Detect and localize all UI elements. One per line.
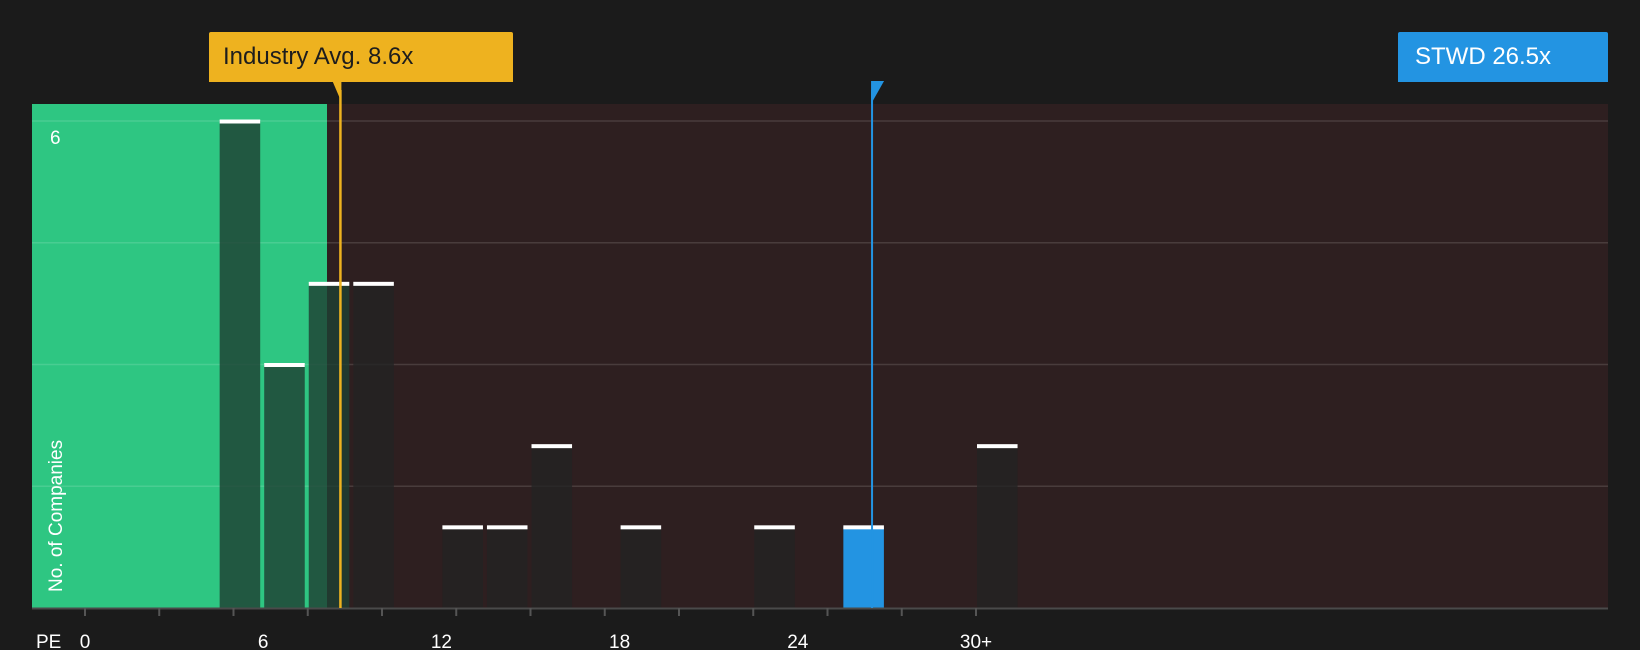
company-pe-callout: STWD 26.5x — [1398, 32, 1608, 82]
x-tick-label: 6 — [258, 632, 269, 650]
x-tick-label: 24 — [787, 632, 809, 650]
y-axis-label: No. of Companies — [46, 440, 67, 592]
histogram-bar-cap — [353, 281, 394, 286]
x-axis-metric-label: PE — [36, 632, 61, 650]
histogram-bar — [486, 526, 528, 608]
histogram-bar-cap — [486, 525, 528, 530]
histogram-bar — [531, 445, 573, 608]
histogram-bar — [843, 526, 884, 608]
x-tick-label: 18 — [609, 632, 630, 650]
histogram-bar — [308, 283, 350, 608]
histogram-bar — [264, 364, 305, 608]
histogram-bar-cap — [264, 363, 305, 367]
histogram-bar-cap — [531, 444, 573, 449]
industry-average-callout: Industry Avg. 8.6x — [209, 32, 513, 82]
x-tick-label: 30+ — [960, 632, 992, 650]
histogram-bar — [754, 526, 795, 608]
histogram-bar — [353, 283, 394, 608]
histogram-bar-cap — [308, 281, 350, 286]
x-tick-label: 0 — [80, 632, 91, 650]
y-tick-label: 6 — [50, 128, 61, 149]
x-tick-label: 12 — [431, 632, 452, 650]
histogram-bar-cap — [620, 525, 662, 530]
histogram-bar — [442, 526, 483, 608]
histogram-bar-cap — [219, 119, 261, 124]
histogram-bar — [219, 121, 261, 608]
histogram-bar — [620, 526, 662, 608]
histogram-bar — [977, 445, 1018, 608]
histogram-bar-cap — [754, 525, 795, 530]
pe-distribution-chart: 0 6 12 18 24 30+ PE 6 No. of Companies — [32, 81, 1609, 650]
histogram-bar-cap — [442, 525, 483, 530]
histogram-bar-cap — [843, 525, 884, 530]
histogram-bar-cap — [977, 444, 1018, 449]
